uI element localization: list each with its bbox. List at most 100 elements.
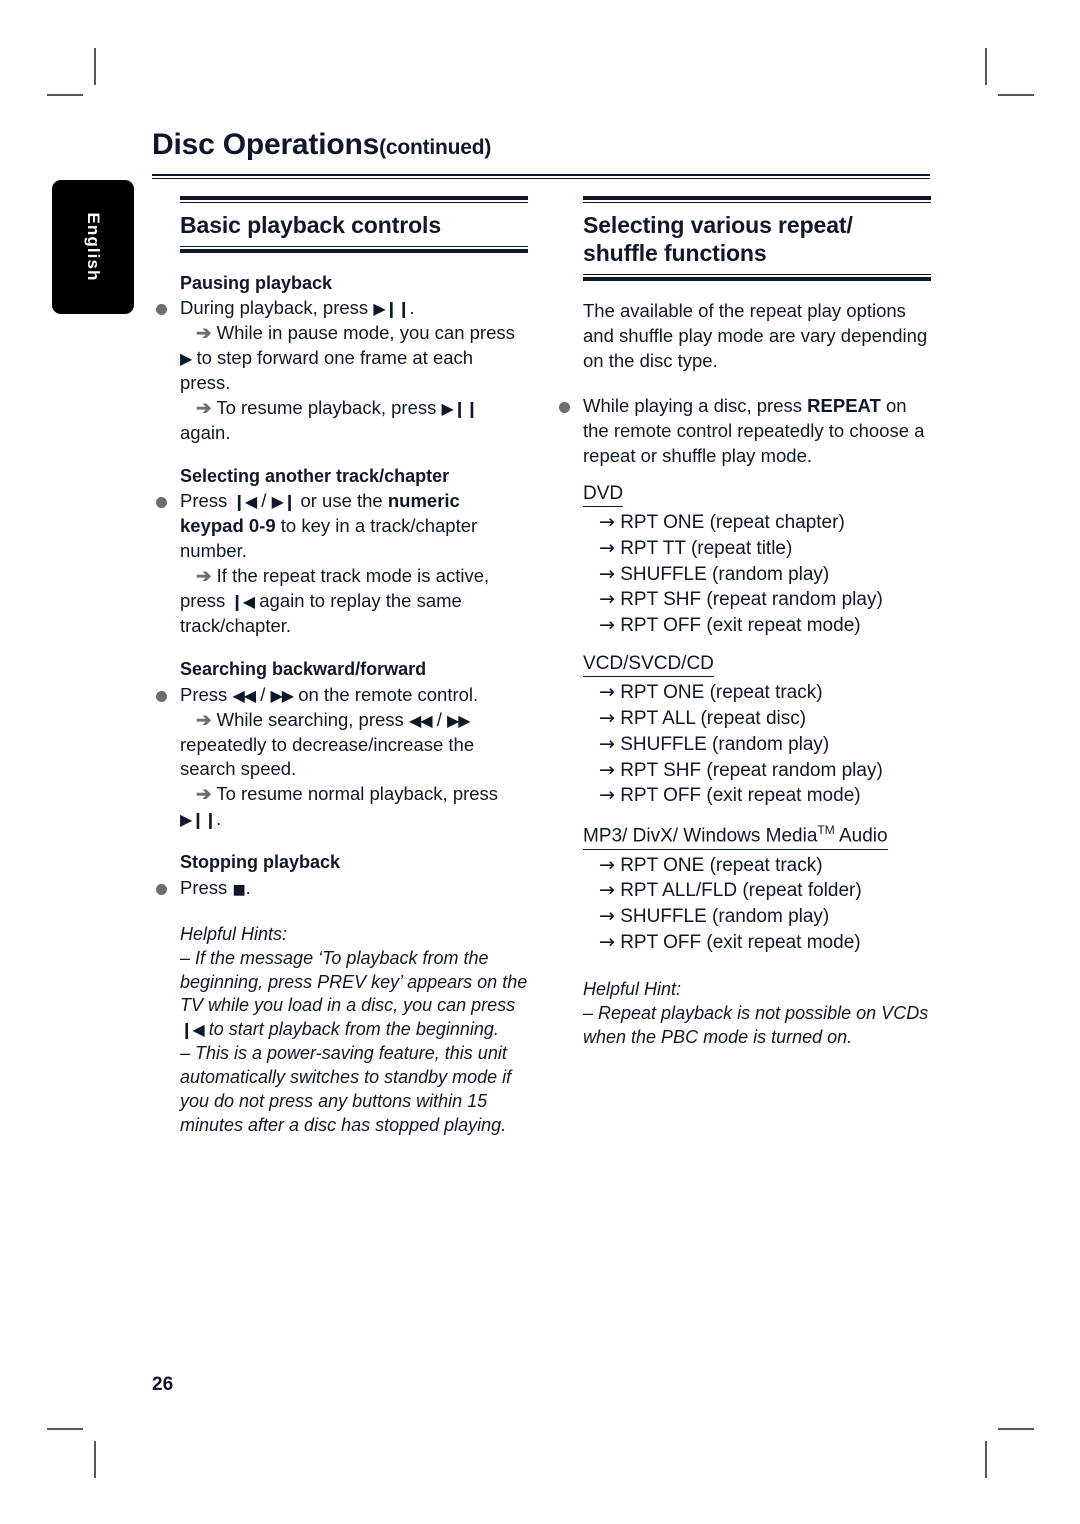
crop-mark-top-right-horizontal bbox=[998, 94, 1034, 96]
arrow-icon: → bbox=[599, 931, 615, 953]
arrow-line-text: While searching, press bbox=[216, 708, 404, 730]
play-pause-icon: ▶❙❙ bbox=[373, 299, 410, 319]
crop-mark-top-left-vertical bbox=[94, 48, 96, 85]
arrow-icon: → bbox=[599, 510, 615, 533]
fast-forward-icon: ▶▶ bbox=[446, 710, 471, 730]
repeat-option-label: RPT ONE (repeat track) bbox=[620, 854, 823, 876]
list-item-text: Press bbox=[180, 876, 228, 898]
repeat-option-label: SHUFFLE (random play) bbox=[620, 906, 830, 928]
repeat-option: → RPT SHF (repeat random play) bbox=[583, 758, 931, 784]
arrow-line: ➔ If the repeat track mode is active, pr… bbox=[180, 564, 528, 639]
arrow-line-tail: to step forward one frame at each press. bbox=[180, 347, 474, 394]
crop-mark-bottom-left-horizontal bbox=[47, 1428, 83, 1430]
right-section-title: Selecting various repeat/ shuffle functi… bbox=[583, 212, 853, 267]
play-icon: ▶ bbox=[180, 349, 192, 369]
arrow-line: ➔ While in pause mode, you can press ▶ t… bbox=[180, 321, 528, 396]
arrow-icon: → bbox=[599, 879, 615, 902]
helpful-hints-title: Helpful Hints: bbox=[180, 923, 288, 944]
list-item: While playing a disc, press REPEAT on th… bbox=[559, 394, 931, 469]
list-item-text: Press bbox=[180, 490, 228, 512]
arrow-icon: → bbox=[599, 681, 615, 704]
subheading-searching-backward-forward: Searching backward/forward bbox=[180, 659, 427, 680]
glyph-separator: / bbox=[436, 708, 442, 730]
disc-type-label: DVD bbox=[583, 483, 624, 507]
arrow-icon: → bbox=[599, 588, 615, 611]
crop-mark-top-right-vertical bbox=[985, 48, 987, 85]
repeat-option-label: RPT ONE (repeat track) bbox=[620, 682, 823, 704]
list-item: Press ■. bbox=[156, 876, 528, 901]
next-track-icon: ▶❙ bbox=[271, 492, 297, 512]
repeat-option: → RPT ONE (repeat chapter) bbox=[583, 510, 931, 536]
list-item: During playback, press ▶❙❙. bbox=[156, 296, 528, 321]
repeat-option: → SHUFFLE (random play) bbox=[583, 562, 931, 588]
repeat-option-label: RPT OFF (exit repeat mode) bbox=[620, 615, 861, 637]
arrow-line: ➔ While searching, press ◀◀ / ▶▶ repeate… bbox=[180, 708, 528, 783]
repeat-option-label: RPT OFF (exit repeat mode) bbox=[620, 785, 861, 807]
disc-group-mp3-divx-wma: MP3/ DivX/ Windows MediaTM Audio → RPT O… bbox=[583, 823, 931, 956]
previous-track-icon: ❙◀ bbox=[232, 492, 257, 512]
subheading-selecting-track-chapter: Selecting another track/chapter bbox=[180, 466, 450, 487]
repeat-option: → RPT OFF (exit repeat mode) bbox=[583, 783, 931, 809]
arrow-icon: ➔ bbox=[196, 708, 212, 730]
trademark-icon: TM bbox=[817, 823, 835, 838]
rewind-icon: ◀◀ bbox=[232, 685, 256, 705]
list-item-post: on the remote control. bbox=[298, 683, 479, 705]
list-item: Press ❙◀ / ▶❙ or use the numeric keypad … bbox=[156, 489, 528, 564]
list-item-text: While playing a disc, press bbox=[583, 395, 803, 416]
list-item-text: During playback, press bbox=[180, 297, 369, 319]
subheading-pausing-playback: Pausing playback bbox=[180, 273, 333, 294]
bullet-icon bbox=[156, 883, 167, 895]
disc-type-label: VCD/SVCD/CD bbox=[583, 653, 714, 678]
repeat-option-label: RPT ONE (repeat chapter) bbox=[620, 511, 845, 533]
repeat-option: → RPT ONE (repeat track) bbox=[583, 680, 931, 706]
repeat-option-label: RPT SHF (repeat random play) bbox=[620, 589, 883, 611]
right-section-rule-bottom bbox=[583, 274, 931, 282]
disc-group-dvd: DVD → RPT ONE (repeat chapter) → RPT TT … bbox=[583, 483, 931, 639]
list-item-text: Press bbox=[180, 683, 228, 705]
arrow-icon: → bbox=[599, 732, 615, 755]
previous-track-icon: ❙◀ bbox=[230, 592, 255, 612]
arrow-line-text: To resume normal playback, press bbox=[216, 783, 499, 805]
repeat-option-label: SHUFFLE (random play) bbox=[620, 733, 830, 755]
left-section-title: Basic playback controls bbox=[180, 212, 442, 238]
repeat-option-label: RPT ALL (repeat disc) bbox=[620, 707, 807, 729]
bullet-icon bbox=[559, 402, 570, 413]
arrow-icon: → bbox=[599, 706, 615, 729]
crop-mark-bottom-right-vertical bbox=[985, 1441, 987, 1478]
arrow-icon: → bbox=[599, 905, 615, 928]
right-section-rule-top bbox=[583, 196, 931, 203]
fast-forward-icon: ▶▶ bbox=[270, 685, 294, 705]
arrow-icon: ➔ bbox=[196, 397, 212, 419]
left-column: Basic playback controls Pausing playback… bbox=[156, 196, 528, 1138]
arrow-line-tail: again. bbox=[180, 422, 231, 444]
left-section-rule-top bbox=[180, 196, 528, 203]
repeat-option: → RPT ONE (repeat track) bbox=[583, 853, 931, 879]
repeat-option: → RPT OFF (exit repeat mode) bbox=[583, 613, 931, 639]
helpful-hint-text: – If the message ‘To playback from the b… bbox=[180, 947, 528, 1016]
bullet-icon bbox=[156, 690, 167, 702]
previous-track-icon: ❙◀ bbox=[180, 1020, 205, 1040]
crop-mark-top-left-horizontal bbox=[47, 94, 83, 96]
right-column: Selecting various repeat/ shuffle functi… bbox=[559, 196, 931, 1050]
subheading-stopping-playback: Stopping playback bbox=[180, 852, 341, 873]
block-pausing-playback: Pausing playback During playback, press … bbox=[156, 271, 528, 446]
list-item: Press ◀◀ / ▶▶ on the remote control. bbox=[156, 683, 528, 708]
bullet-icon bbox=[156, 497, 167, 509]
page-title-main: Disc Operations bbox=[152, 128, 380, 161]
helpful-hint-item: – This is a power-saving feature, this u… bbox=[180, 1043, 512, 1136]
helpful-hint-item: – Repeat playback is not possible on VCD… bbox=[583, 1002, 929, 1047]
language-tab: English bbox=[52, 180, 134, 314]
list-item-tail: . bbox=[409, 297, 415, 319]
repeat-option-label: RPT ALL/FLD (repeat folder) bbox=[620, 880, 862, 902]
arrow-icon: ➔ bbox=[196, 565, 212, 587]
helpful-hint-title: Helpful Hint: bbox=[583, 978, 682, 999]
language-tab-label: English bbox=[84, 212, 103, 282]
bullet-icon bbox=[156, 304, 167, 316]
arrow-line-tail: repeatedly to decrease/increase the sear… bbox=[180, 733, 475, 780]
disc-group-vcd-svcd-cd: VCD/SVCD/CD → RPT ONE (repeat track) → R… bbox=[583, 653, 931, 809]
play-pause-icon: ▶❙❙ bbox=[441, 399, 479, 419]
repeat-option-label: RPT OFF (exit repeat mode) bbox=[620, 932, 861, 953]
disc-type-label-text: MP3/ DivX/ Windows Media bbox=[583, 825, 818, 847]
page-number: 26 bbox=[152, 1374, 174, 1395]
repeat-option-label: RPT TT (repeat title) bbox=[620, 537, 793, 559]
